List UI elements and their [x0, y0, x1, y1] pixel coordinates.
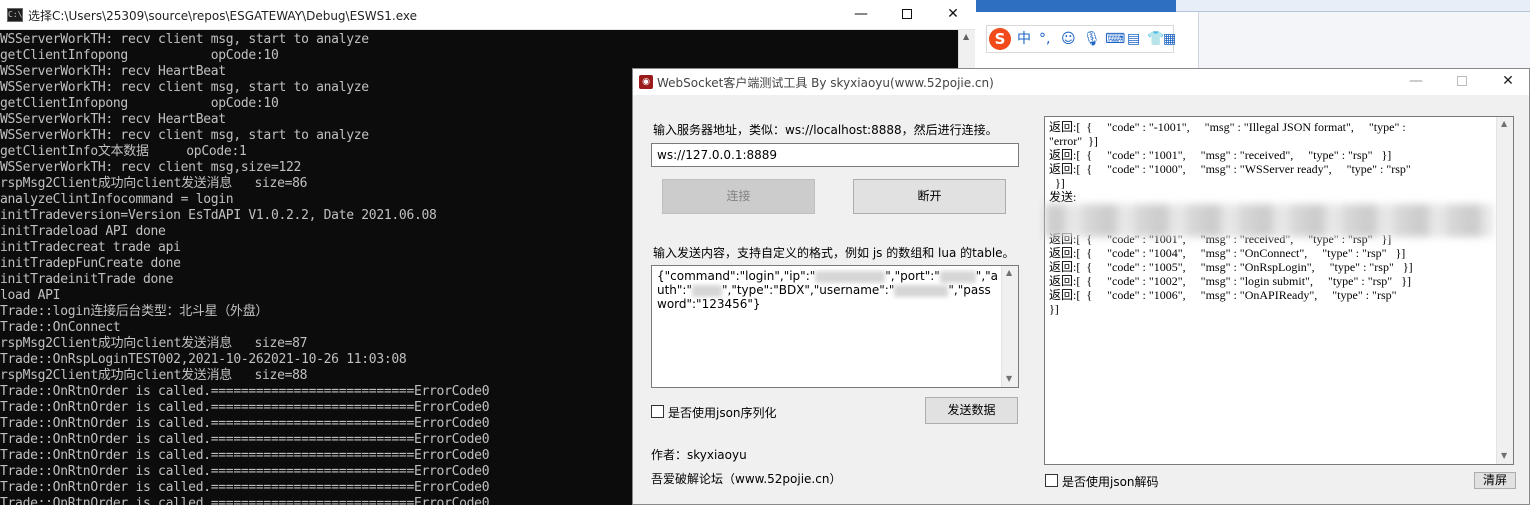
minimize-icon: — — [854, 6, 868, 22]
receive-log-line: 返回:[ { "code" : "1005", "msg" : "OnRspLo… — [1049, 260, 1413, 274]
console-title: 选择C:\Users\25309\source\repos\ESGATEWAY\… — [28, 9, 417, 23]
console-line: getClientInfopong opCode:10 — [0, 48, 279, 63]
background-app-panel — [1198, 12, 1530, 68]
receive-scrollbar[interactable]: ▲ ▼ — [1496, 117, 1513, 464]
redacted-username — [894, 284, 949, 297]
ws-app-icon: ◉ — [639, 75, 653, 89]
maximize-icon — [902, 9, 912, 19]
send-data-button[interactable]: 发送数据 — [925, 397, 1018, 424]
close-icon: ✕ — [947, 6, 959, 22]
minimize-button[interactable]: — — [838, 0, 884, 30]
receive-log-line: 返回:[ { "code" : "1000", "msg" : "WSServe… — [1049, 162, 1411, 176]
ime-punct-toggle[interactable]: °, — [1039, 30, 1050, 48]
close-icon: ✕ — [1502, 73, 1514, 89]
ime-toolbar[interactable]: S 中 °, ☺ 🎙 ⌨ ▤ 👕 ▦ — [986, 25, 1176, 53]
server-address-input[interactable] — [651, 143, 1019, 167]
send-content-label: 输入发送内容，支持自定义的格式，例如 js 的数组和 lua 的table。 — [653, 246, 1015, 260]
receive-log-line: "error" }] — [1049, 134, 1098, 148]
redacted-ip — [815, 270, 886, 283]
ws-titlebar[interactable]: ◉ WebSocket客户端测试工具 By skyxiaoyu(www.52po… — [633, 69, 1529, 95]
json-decode-label[interactable]: 是否使用json解码 — [1062, 473, 1159, 490]
scroll-up-icon[interactable]: ▲ — [1501, 119, 1507, 128]
receive-log-line: }] — [1049, 176, 1065, 190]
keyboard-icon[interactable]: ⌨ — [1105, 30, 1125, 48]
receive-log-textarea[interactable]: 返回:[ { "code" : "-1001", "msg" : "Illega… — [1044, 116, 1514, 465]
server-address-label: 输入服务器地址，类似：ws://localhost:8888，然后进行连接。 — [653, 123, 998, 137]
apps-grid-icon[interactable]: ▦ — [1163, 30, 1176, 48]
disconnect-button[interactable]: 断开 — [853, 179, 1006, 214]
minimize-icon: — — [1409, 73, 1423, 89]
clear-screen-button[interactable]: 清屏 — [1474, 472, 1516, 489]
scroll-up-icon[interactable]: ▲ — [963, 32, 969, 41]
json-serialize-label[interactable]: 是否使用json序列化 — [668, 404, 777, 421]
websocket-tool-window: ◉ WebSocket客户端测试工具 By skyxiaoyu(www.52po… — [632, 68, 1530, 505]
receive-log-line: }] — [1049, 302, 1059, 316]
ws-maximize-button[interactable] — [1439, 69, 1485, 95]
ws-close-button[interactable]: ✕ — [1485, 69, 1530, 95]
ws-minimize-button[interactable]: — — [1393, 69, 1439, 95]
receive-log-line: 发送: — [1049, 190, 1077, 204]
scroll-down-icon[interactable]: ▼ — [1501, 451, 1507, 460]
microphone-icon[interactable]: 🎙 — [1083, 30, 1101, 48]
scroll-down-icon[interactable]: ▼ — [1006, 374, 1012, 383]
scroll-up-icon[interactable]: ▲ — [1006, 268, 1012, 277]
background-app-topbar — [976, 0, 1530, 12]
toolbox-icon[interactable]: ▤ — [1127, 30, 1140, 48]
redacted-sent-message — [1045, 204, 1493, 237]
maximize-button[interactable] — [884, 0, 930, 30]
send-content-textarea[interactable]: {"command":"login","ip":" ","port":" ","au… — [651, 265, 1019, 388]
receive-log-line: 返回:[ { "code" : "1002", "msg" : "login s… — [1049, 274, 1411, 288]
sogou-logo-icon[interactable]: S — [989, 28, 1011, 50]
ws-title: WebSocket客户端测试工具 By skyxiaoyu(www.52poji… — [657, 76, 994, 90]
console-app-icon: C:\ — [7, 8, 23, 22]
send-scrollbar[interactable]: ▲ ▼ — [1001, 266, 1018, 387]
connect-button[interactable]: 连接 — [662, 179, 815, 214]
author-label: 作者：skyxiaoyu — [651, 448, 747, 462]
receive-log-line: 返回:[ { "code" : "-1001", "msg" : "Illega… — [1049, 120, 1406, 134]
receive-log-line: 返回:[ { "code" : "1006", "msg" : "OnAPIRe… — [1049, 288, 1397, 302]
json-serialize-checkbox[interactable] — [651, 405, 664, 418]
maximize-icon — [1457, 76, 1467, 86]
receive-log-line: 返回:[ { "code" : "1004", "msg" : "OnConne… — [1049, 246, 1406, 260]
close-button[interactable]: ✕ — [930, 0, 976, 30]
ime-lang-toggle[interactable]: 中 — [1017, 30, 1031, 48]
emoji-icon[interactable]: ☺ — [1061, 30, 1076, 48]
json-decode-checkbox[interactable] — [1045, 474, 1058, 487]
skin-icon[interactable]: 👕 — [1147, 30, 1164, 48]
receive-log-line: 返回:[ { "code" : "1001", "msg" : "receive… — [1049, 148, 1392, 162]
send-content-text: {"command":"login","ip":" ","port":" ","au… — [657, 269, 999, 311]
redacted-port — [939, 270, 976, 283]
forum-label: 吾爱破解论坛（www.52pojie.cn） — [651, 472, 842, 486]
console-titlebar[interactable]: C:\ 选择C:\Users\25309\source\repos\ESGATE… — [0, 0, 975, 30]
redacted-auth — [692, 284, 722, 297]
background-app-window: S 中 °, ☺ 🎙 ⌨ ▤ 👕 ▦ — [976, 0, 1530, 68]
console-line: WSServerWorkTH: recv client msg, start t… — [0, 32, 369, 47]
